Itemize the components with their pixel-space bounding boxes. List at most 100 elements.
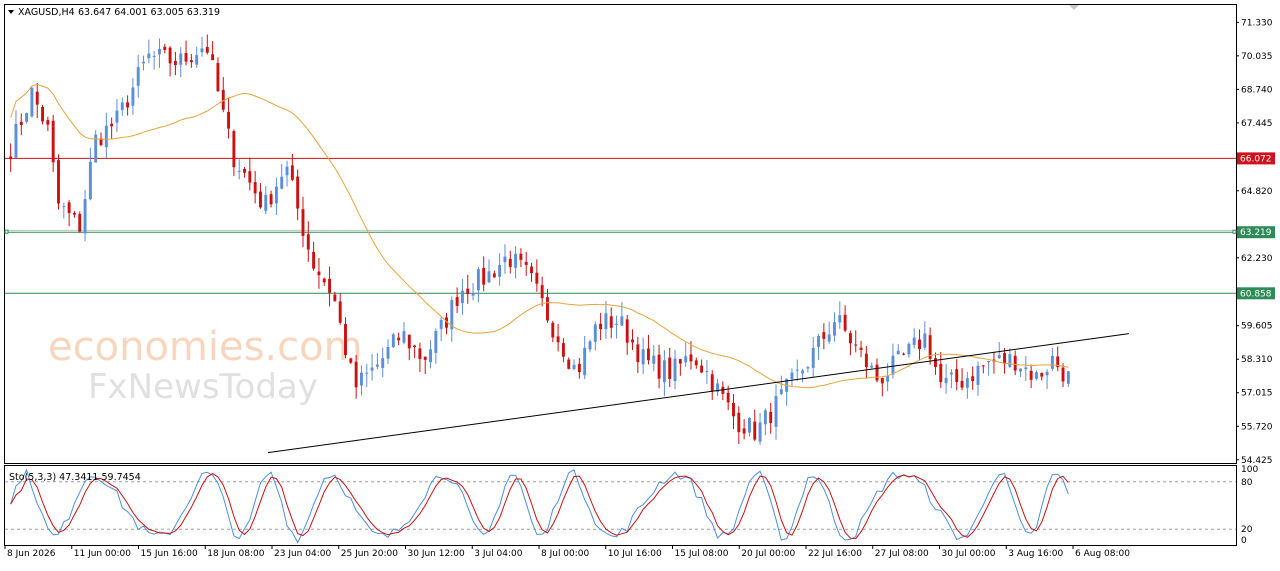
candle-body	[912, 337, 916, 345]
candle-body	[460, 290, 464, 304]
y-tick-label-7: 58.310	[1241, 355, 1273, 365]
candle-body	[14, 123, 18, 158]
candle-body	[359, 372, 363, 386]
stoch-axis-label-80: 80	[1241, 478, 1253, 488]
candle-body	[317, 271, 321, 276]
candle-body	[923, 333, 927, 348]
x-tick-label-12: 22 Jul 16:00	[808, 549, 862, 559]
candle-body	[1003, 353, 1007, 364]
candle-body	[949, 372, 953, 375]
candle-body	[439, 319, 443, 329]
x-tick-label-14: 30 Jul 00:00	[942, 549, 996, 559]
candle-body	[1045, 371, 1049, 376]
candle-body	[769, 411, 773, 424]
candle-body	[636, 344, 640, 363]
candle-body	[524, 261, 528, 265]
candle-body	[737, 412, 741, 433]
candle-body	[126, 102, 130, 108]
candle-body	[375, 364, 379, 367]
y-tick-label-8: 57.015	[1241, 389, 1273, 399]
candle-body	[508, 258, 512, 267]
candle-body	[864, 353, 868, 368]
candle-body	[173, 60, 177, 66]
candle-body	[280, 176, 284, 189]
candle-body	[939, 364, 943, 383]
candle-body	[870, 365, 874, 368]
candle-body	[83, 199, 87, 234]
candle-body	[1013, 355, 1017, 371]
watermark-fxnewstoday: FxNewsToday	[88, 367, 318, 407]
candle-body	[333, 294, 337, 302]
stochastic-label: Sto(5,3,3) 47.3411 59.7454	[9, 472, 141, 483]
candle-body	[163, 46, 167, 50]
stoch-axis-label-0: 0	[1241, 536, 1247, 546]
candle-body	[1024, 367, 1028, 370]
candle-body	[67, 202, 71, 214]
candle-body	[848, 333, 852, 344]
candle-body	[205, 47, 209, 53]
candle-body	[519, 253, 523, 260]
candle-body	[147, 53, 151, 59]
candle-body	[540, 285, 544, 299]
candle-body	[104, 125, 108, 148]
x-tick-label-15: 3 Aug 16:00	[1008, 549, 1063, 559]
candle-body	[1034, 372, 1038, 379]
candle-body	[705, 371, 709, 373]
candle-body	[322, 278, 326, 283]
level-handle-right	[1232, 229, 1237, 234]
candle-body	[466, 288, 470, 294]
candle-body	[657, 354, 661, 379]
candle-body	[179, 53, 183, 65]
candle-body	[689, 354, 693, 362]
candle-body	[423, 356, 427, 360]
candle-body	[976, 365, 980, 385]
candle-body	[386, 347, 390, 359]
candle-body	[397, 337, 401, 341]
x-tick-label-4: 23 Jun 04:00	[274, 549, 331, 559]
candle-body	[625, 319, 629, 343]
stoch-axis-label-20: 20	[1241, 525, 1253, 535]
candle-body	[19, 121, 23, 125]
price-chart[interactable]: economies.com FxNewsToday 66.072 63.219 60…	[0, 0, 1280, 567]
candle-body	[402, 331, 406, 343]
candle-body	[700, 365, 704, 373]
candle-body	[1050, 355, 1054, 369]
candle-body	[274, 186, 278, 204]
watermark-economies: economies.com	[48, 324, 363, 370]
candle-body	[1040, 373, 1044, 377]
x-tick-label-8: 8 Jul 00:00	[541, 549, 590, 559]
candle-body	[237, 170, 241, 172]
chart-canvas[interactable]: economies.com FxNewsToday 66.072 63.219 60…	[0, 0, 1280, 567]
candle-body	[987, 360, 991, 363]
candle-body	[487, 271, 491, 283]
candle-body	[997, 355, 1001, 359]
candle-body	[269, 194, 273, 205]
candle-body	[668, 357, 672, 379]
candle-body	[35, 91, 39, 105]
candle-body	[259, 191, 262, 208]
candle-body	[965, 378, 969, 388]
candle-body	[646, 348, 650, 361]
time-axis: 8 Jun 2026 11 Jun 00:00 15 Jun 16:00 18 Jun…	[4, 546, 1130, 559]
candle-body	[195, 55, 199, 65]
x-tick-label-0: 8 Jun 2026	[7, 549, 56, 559]
y-tick-label-2: 68.740	[1241, 85, 1273, 95]
candle-body	[572, 364, 576, 369]
candle-body	[673, 358, 677, 382]
candle-body	[41, 106, 45, 122]
candle-body	[88, 161, 92, 200]
candle-body	[391, 334, 395, 348]
candle-body	[498, 264, 502, 277]
candle-body	[306, 234, 310, 250]
candle-body	[583, 347, 587, 376]
candle-body	[25, 113, 29, 122]
y-tick-label-4: 64.820	[1241, 187, 1273, 197]
candle-body	[641, 349, 645, 365]
candle-body	[9, 156, 13, 159]
candle-body	[211, 54, 215, 61]
candle-body	[827, 334, 831, 342]
candle-body	[891, 355, 895, 375]
candle-body	[349, 358, 353, 363]
candle-body	[78, 213, 82, 232]
candle-body	[822, 332, 826, 339]
